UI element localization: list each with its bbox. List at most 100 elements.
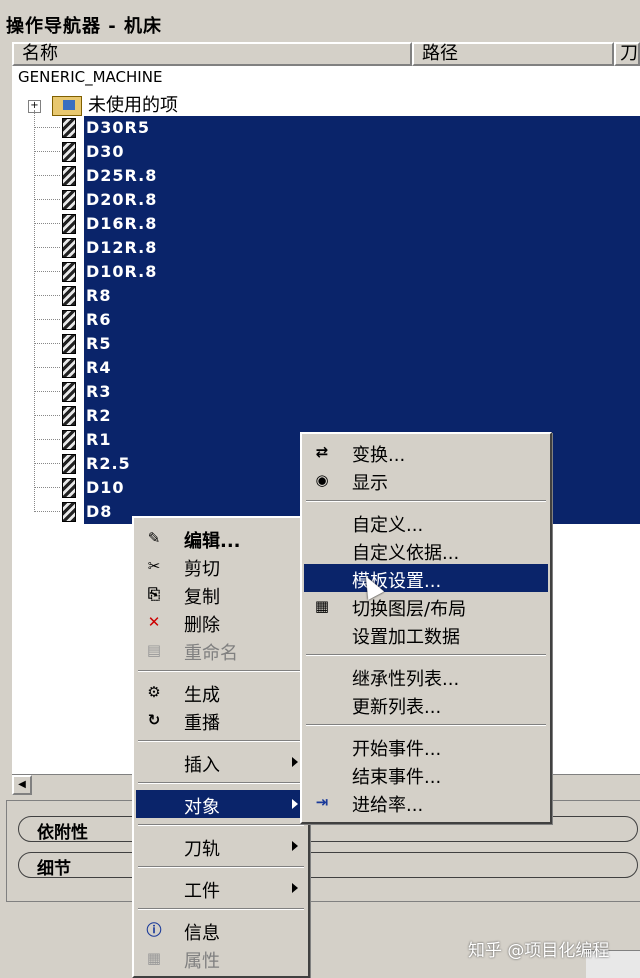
submenu-arrow-icon — [292, 799, 298, 809]
scroll-left-icon[interactable]: ◀ — [12, 775, 32, 795]
tree-connector-line — [34, 175, 60, 176]
tool-name: D10R.8 — [86, 262, 158, 281]
menu-item-rename[interactable]: ▤ 重命名 — [136, 636, 306, 664]
info-icon: ⓘ — [146, 921, 162, 939]
submenu-label-inheritance-list: 继承性列表... — [352, 669, 460, 690]
tree-row-tool[interactable]: D16R.8 — [12, 212, 640, 236]
submenu-item-template-setup[interactable]: 模板设置... — [304, 564, 548, 592]
mill-tool-icon — [62, 238, 76, 258]
submenu-item-display[interactable]: ◉ 显示 — [304, 466, 548, 494]
tree-connector-line — [34, 319, 60, 320]
tree-row-tool[interactable]: D10R.8 — [12, 260, 640, 284]
menu-label-rename: 重命名 — [184, 643, 238, 664]
menu-item-object[interactable]: 对象 — [136, 790, 306, 818]
submenu-item-start-event[interactable]: 开始事件... — [304, 732, 548, 760]
menu-label-copy: 复制 — [184, 587, 220, 608]
menu-label-toolpath: 刀轨 — [184, 839, 220, 860]
mill-tool-icon — [62, 430, 76, 450]
tree-row-tool[interactable]: R6 — [12, 308, 640, 332]
menu-separator — [306, 724, 546, 726]
menu-separator — [138, 866, 304, 868]
menu-label-edit: 编辑... — [184, 531, 241, 552]
menu-item-delete[interactable]: ✕ 删除 — [136, 608, 306, 636]
submenu-item-inheritance-list[interactable]: 继承性列表... — [304, 662, 548, 690]
menu-item-cut[interactable]: ✂ 剪切 — [136, 552, 306, 580]
tree-connector-line — [34, 127, 60, 128]
watermark: 知乎 @项目化编程 — [468, 941, 610, 961]
menu-item-copy[interactable]: ⎘ 复制 — [136, 580, 306, 608]
column-header-name[interactable]: 名称 — [12, 42, 412, 66]
menu-item-edit[interactable]: ✎ 编辑... — [136, 524, 306, 552]
tool-name: R4 — [86, 358, 112, 377]
tool-name: D30 — [86, 142, 125, 161]
submenu-item-transform[interactable]: ⇄ 变换... — [304, 438, 548, 466]
tree-row-tool[interactable]: D30 — [12, 140, 640, 164]
tree-row-tool[interactable]: R8 — [12, 284, 640, 308]
tool-name: R2.5 — [86, 454, 131, 473]
tool-name: R1 — [86, 430, 112, 449]
menu-item-info[interactable]: ⓘ 信息 — [136, 916, 306, 944]
context-menu: ✎ 编辑... ✂ 剪切 ⎘ 复制 ✕ 删除 ▤ 重命名 ⚙ 生成 ↻ 重播 插入 对象 刀轨… — [132, 516, 310, 978]
mill-tool-icon — [62, 334, 76, 354]
submenu-label-feed-rate: 进给率... — [352, 795, 424, 816]
details-panel-toggle[interactable]: 细节 — [18, 852, 638, 879]
delete-x-icon: ✕ — [147, 613, 161, 631]
tree-connector-line — [34, 487, 60, 488]
menu-item-properties[interactable]: ▦ 属性 — [136, 944, 306, 972]
mill-tool-icon — [62, 382, 76, 402]
submenu-item-end-event[interactable]: 结束事件... — [304, 760, 548, 788]
mill-tool-icon — [62, 502, 76, 522]
tree-row-tool[interactable]: R5 — [12, 332, 640, 356]
dependencies-label: 依附性 — [37, 823, 88, 843]
properties-icon: ▦ — [146, 949, 162, 967]
tool-name: R3 — [86, 382, 112, 401]
tree-row-tool[interactable]: D30R5 — [12, 116, 640, 140]
submenu-arrow-icon — [292, 757, 298, 767]
tree-root-label[interactable]: GENERIC_MACHINE — [18, 68, 162, 86]
operation-navigator-window: 操作导航器 - 机床 名称 路径 刀 GENERIC_MACHINE + 未使用… — [0, 0, 640, 978]
column-header-path[interactable]: 路径 — [412, 42, 614, 66]
column-header-extra[interactable]: 刀 — [614, 42, 640, 66]
mill-tool-icon — [62, 286, 76, 306]
tool-name: R5 — [86, 334, 112, 353]
selection-highlight — [84, 212, 640, 236]
mill-tool-icon — [62, 262, 76, 282]
mill-tool-icon — [62, 118, 76, 138]
menu-item-workpiece[interactable]: 工件 — [136, 874, 306, 902]
tree-connector-line — [34, 463, 60, 464]
submenu-item-customize-basis[interactable]: 自定义依据... — [304, 536, 548, 564]
menu-item-toolpath[interactable]: 刀轨 — [136, 832, 306, 860]
submenu-item-set-machining-data[interactable]: 设置加工数据 — [304, 620, 548, 648]
submenu-item-update-list[interactable]: 更新列表... — [304, 690, 548, 718]
tree-row-tool[interactable]: D12R.8 — [12, 236, 640, 260]
menu-separator — [138, 908, 304, 910]
tree-row-tool[interactable]: D25R.8 — [12, 164, 640, 188]
tool-name: R2 — [86, 406, 112, 425]
tree-row-tool[interactable]: D20R.8 — [12, 188, 640, 212]
tree-connector-line — [34, 439, 60, 440]
submenu-label-transform: 变换... — [352, 445, 406, 466]
menu-item-replay[interactable]: ↻ 重播 — [136, 706, 306, 734]
submenu-item-feed-rate[interactable]: ⇥ 进给率... — [304, 788, 548, 816]
submenu-item-switch-layer[interactable]: ▦ 切换图层/布局 — [304, 592, 548, 620]
submenu-item-customize[interactable]: 自定义... — [304, 508, 548, 536]
column-path-label: 路径 — [422, 43, 458, 64]
menu-label-delete: 删除 — [184, 615, 220, 636]
selection-highlight — [84, 356, 640, 380]
tree-connector-line — [34, 271, 60, 272]
menu-item-insert[interactable]: 插入 — [136, 748, 306, 776]
menu-item-generate[interactable]: ⚙ 生成 — [136, 678, 306, 706]
tree-connector-line — [34, 391, 60, 392]
tree-row-tool[interactable]: R4 — [12, 356, 640, 380]
object-submenu: ⇄ 变换... ◉ 显示 自定义... 自定义依据... 模板设置... ▦ 切换图层… — [300, 432, 552, 824]
mill-tool-icon — [62, 310, 76, 330]
menu-separator — [138, 824, 304, 826]
selection-highlight — [84, 284, 640, 308]
unused-items-node[interactable]: 未使用的项 — [88, 91, 178, 117]
feed-rate-icon: ⇥ — [315, 793, 329, 811]
tree-row-tool[interactable]: R2 — [12, 404, 640, 428]
submenu-label-end-event: 结束事件... — [352, 767, 442, 788]
menu-label-insert: 插入 — [184, 755, 220, 776]
tree-row-tool[interactable]: R3 — [12, 380, 640, 404]
menu-label-generate: 生成 — [184, 685, 220, 706]
